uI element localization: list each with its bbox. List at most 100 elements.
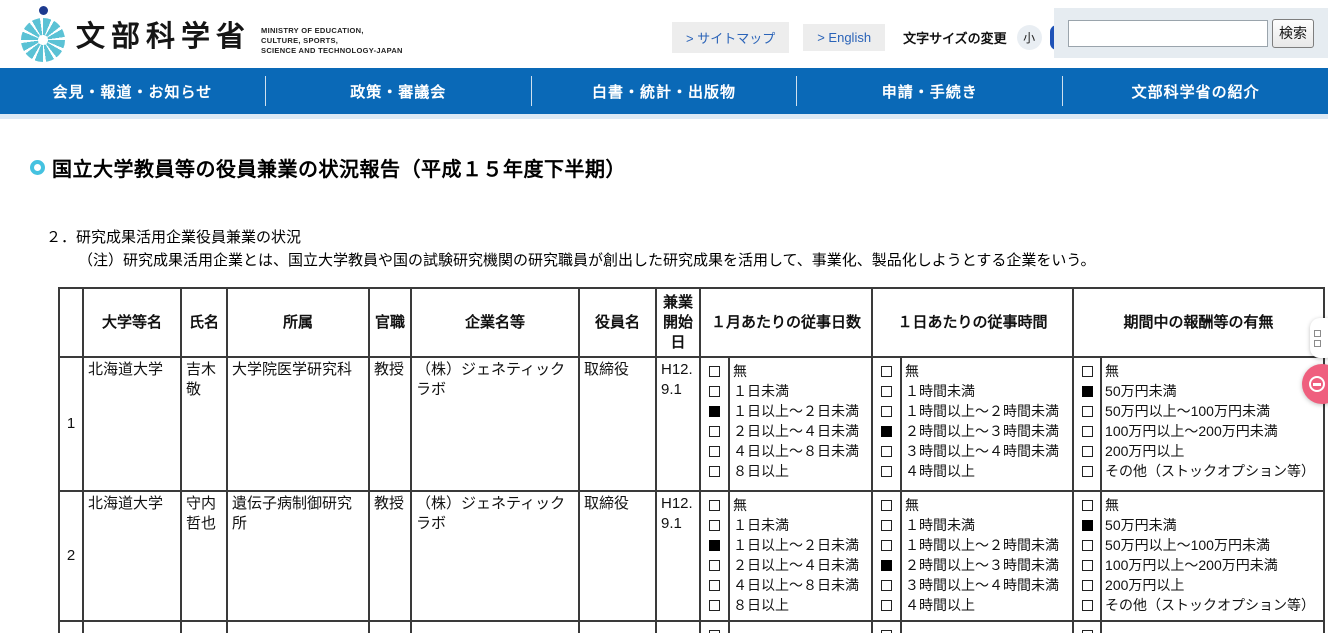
option-label: 200万円以上 bbox=[1105, 575, 1321, 595]
checkbox[interactable] bbox=[881, 560, 892, 571]
option-label: 無 bbox=[733, 361, 869, 381]
option-label: 無 bbox=[1105, 495, 1321, 515]
checkbox[interactable] bbox=[881, 580, 892, 591]
table-row bbox=[59, 621, 1324, 633]
pay-option-column: 無 50万円未満 50万円以上～100万円未満 100万円以上～200万円未満 … bbox=[1101, 491, 1324, 621]
option-label: 無 bbox=[733, 495, 869, 515]
option-label: １日以上～２日未満 bbox=[733, 401, 869, 421]
search-input[interactable] bbox=[1068, 20, 1268, 47]
mext-logo-icon[interactable] bbox=[20, 5, 66, 63]
checkbox[interactable] bbox=[1082, 366, 1093, 377]
checkbox[interactable] bbox=[1082, 520, 1093, 531]
checkbox[interactable] bbox=[709, 520, 720, 531]
title-bullet-icon bbox=[30, 160, 45, 175]
checkbox[interactable] bbox=[1082, 540, 1093, 551]
checkbox[interactable] bbox=[1082, 500, 1093, 511]
option-label: 無 bbox=[905, 361, 1070, 381]
hours-option-column: 無 １時間未満 １時間以上～２時間未満 ２時間以上～３時間未満 ３時間以上～４時… bbox=[901, 357, 1073, 491]
cell-start-date: H12. 9.1 bbox=[656, 491, 700, 621]
checkbox[interactable] bbox=[881, 386, 892, 397]
option-label: ２時間以上～３時間未満 bbox=[905, 555, 1070, 575]
checkbox[interactable] bbox=[1082, 426, 1093, 437]
english-link[interactable]: > English bbox=[803, 24, 885, 51]
checkbox[interactable] bbox=[881, 630, 892, 633]
option-label: ８日以上 bbox=[733, 595, 869, 615]
days-option-column: 無 １日未満 １日以上～２日未満 ２日以上～４日未満 ４日以上～８日未満 ８日以… bbox=[729, 491, 872, 621]
option-label: 100万円以上～200万円未満 bbox=[1105, 555, 1321, 575]
main-navigation: 会見・報道・お知らせ 政策・審議会 白書・統計・出版物 申請・手続き 文部科学省… bbox=[0, 68, 1328, 114]
nav-item-publications[interactable]: 白書・統計・出版物 bbox=[532, 68, 797, 114]
pay-checkbox-column bbox=[1073, 357, 1101, 491]
page-title-row: 国立大学教員等の役員兼業の状況報告（平成１５年度下半期） bbox=[30, 153, 626, 182]
cell-affiliation: 遺伝子病制御研究所 bbox=[227, 491, 369, 621]
checkbox[interactable] bbox=[709, 580, 720, 591]
nav-item-policy[interactable]: 政策・審議会 bbox=[266, 68, 531, 114]
checkbox[interactable] bbox=[1082, 560, 1093, 571]
checkbox[interactable] bbox=[1082, 446, 1093, 457]
table-header-row: 大学等名 氏名 所属 官職 企業名等 役員名 兼業開始日 １月あたりの従事日数 … bbox=[59, 288, 1324, 357]
checkbox[interactable] bbox=[881, 426, 892, 437]
search-button[interactable]: 検索 bbox=[1272, 19, 1314, 48]
option-label: ４日以上～８日未満 bbox=[733, 575, 869, 595]
checkbox[interactable] bbox=[881, 520, 892, 531]
checkbox[interactable] bbox=[881, 406, 892, 417]
checkbox[interactable] bbox=[1082, 630, 1093, 633]
checkbox[interactable] bbox=[709, 500, 720, 511]
checkbox[interactable] bbox=[709, 406, 720, 417]
report-table: 大学等名 氏名 所属 官職 企業名等 役員名 兼業開始日 １月あたりの従事日数 … bbox=[58, 287, 1325, 633]
cell-start-date: H12. 9.1 bbox=[656, 357, 700, 491]
checkbox[interactable] bbox=[881, 366, 892, 377]
col-header-company: 企業名等 bbox=[411, 288, 579, 357]
table-row: 2 北海道大学 守内 哲也 遺伝子病制御研究所 教授 （株）ジェネティック ラボ… bbox=[59, 491, 1324, 621]
checkbox[interactable] bbox=[881, 466, 892, 477]
nav-item-press[interactable]: 会見・報道・お知らせ bbox=[0, 68, 265, 114]
col-header-role: 役員名 bbox=[579, 288, 656, 357]
checkbox[interactable] bbox=[1082, 580, 1093, 591]
checkbox[interactable] bbox=[881, 500, 892, 511]
font-size-label: 文字サイズの変更 bbox=[903, 28, 1007, 47]
nav-item-about[interactable]: 文部科学省の紹介 bbox=[1063, 68, 1328, 114]
col-header-compensation: 期間中の報酬等の有無 bbox=[1073, 288, 1324, 357]
option-label: ２日以上～４日未満 bbox=[733, 421, 869, 441]
checkbox[interactable] bbox=[709, 540, 720, 551]
checkbox[interactable] bbox=[1082, 466, 1093, 477]
hours-option-column bbox=[901, 621, 1073, 633]
checkbox[interactable] bbox=[709, 386, 720, 397]
cell-affiliation bbox=[227, 621, 369, 633]
checkbox[interactable] bbox=[709, 426, 720, 437]
sitemap-link[interactable]: > サイトマップ bbox=[672, 22, 789, 53]
hours-checkbox-column bbox=[872, 621, 901, 633]
subtitle-line: CULTURE, SPORTS, bbox=[261, 36, 403, 46]
cell-university: 北海道大学 bbox=[83, 357, 181, 491]
checkbox[interactable] bbox=[709, 466, 720, 477]
checkbox[interactable] bbox=[1082, 406, 1093, 417]
site-subtitle: MINISTRY OF EDUCATION, CULTURE, SPORTS, … bbox=[261, 12, 403, 56]
row-number bbox=[59, 621, 83, 633]
subtitle-line: SCIENCE AND TECHNOLOGY-JAPAN bbox=[261, 46, 403, 56]
checkbox[interactable] bbox=[881, 446, 892, 457]
col-header-affiliation: 所属 bbox=[227, 288, 369, 357]
checkbox[interactable] bbox=[1082, 600, 1093, 611]
checkbox[interactable] bbox=[709, 600, 720, 611]
option-label: １日未満 bbox=[733, 381, 869, 401]
cell-start-date bbox=[656, 621, 700, 633]
cell-company: （株）ジェネティック ラボ bbox=[411, 491, 579, 621]
hours-checkbox-column bbox=[872, 491, 901, 621]
cell-position: 教授 bbox=[369, 357, 411, 491]
option-label: １日未満 bbox=[733, 515, 869, 535]
option-label: １時間未満 bbox=[905, 381, 1070, 401]
checkbox[interactable] bbox=[709, 560, 720, 571]
side-panel-handle[interactable] bbox=[1310, 318, 1328, 358]
checkbox[interactable] bbox=[881, 540, 892, 551]
option-label: 100万円以上～200万円未満 bbox=[1105, 421, 1321, 441]
checkbox[interactable] bbox=[709, 630, 720, 633]
checkbox[interactable] bbox=[709, 366, 720, 377]
search-panel: 検索 bbox=[1054, 8, 1328, 58]
checkbox[interactable] bbox=[1082, 386, 1093, 397]
checkbox[interactable] bbox=[881, 600, 892, 611]
nav-item-procedures[interactable]: 申請・手続き bbox=[797, 68, 1062, 114]
site-title[interactable]: 文部科学省 bbox=[76, 13, 251, 55]
font-size-small-button[interactable]: 小 bbox=[1017, 25, 1042, 50]
pay-option-column bbox=[1101, 621, 1324, 633]
checkbox[interactable] bbox=[709, 446, 720, 457]
